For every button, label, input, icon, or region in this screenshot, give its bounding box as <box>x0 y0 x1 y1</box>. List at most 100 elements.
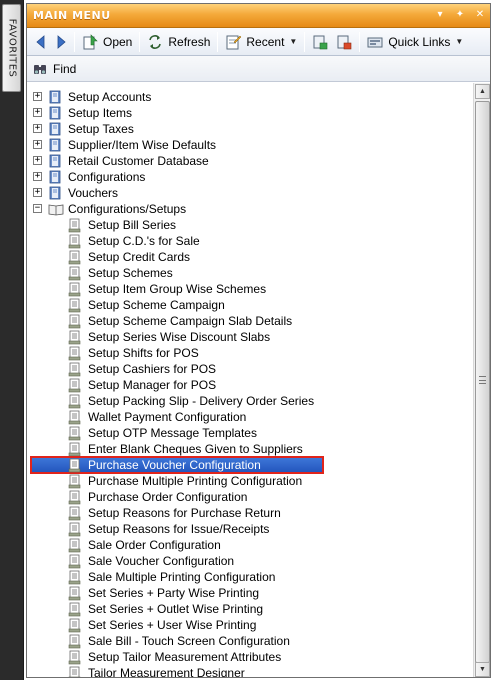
forward-button[interactable] <box>51 31 71 53</box>
document-icon <box>68 602 82 617</box>
expand-icon[interactable]: + <box>33 140 42 149</box>
expand-icon[interactable]: + <box>33 92 42 101</box>
toolbar: Open Refresh Recent ▼ Quick Links ▼ <box>27 28 490 56</box>
tree-child-item[interactable]: Setup OTP Message Templates <box>27 425 472 441</box>
tree-root-item[interactable]: − Configurations/Setups <box>27 201 472 217</box>
favorites-tab[interactable]: FAVORITES <box>2 4 21 92</box>
tree-item-label: Sale Voucher Configuration <box>88 554 235 568</box>
tree-child-item[interactable]: Tailor Measurement Designer <box>27 665 472 678</box>
document-icon <box>68 346 82 361</box>
tree-item-label: Sale Order Configuration <box>88 538 221 552</box>
vertical-scrollbar[interactable]: ▲ ▼ <box>473 83 490 677</box>
tree-child-item-selected[interactable]: Purchase Voucher Configuration <box>27 456 472 474</box>
document-icon <box>68 538 82 553</box>
scroll-up-icon[interactable]: ▲ <box>475 84 490 99</box>
tree-child-item[interactable]: Setup Reasons for Issue/Receipts <box>27 521 472 537</box>
tree-root-item[interactable]: + Configurations <box>27 169 472 185</box>
tree-child-item[interactable]: Setup Schemes <box>27 265 472 281</box>
document-icon <box>68 650 82 665</box>
open-button[interactable]: Open <box>78 31 136 53</box>
expand-icon[interactable]: + <box>33 188 42 197</box>
open-book-icon <box>48 202 64 216</box>
book-icon <box>48 106 62 120</box>
pin-icon[interactable]: ✦ <box>454 9 466 21</box>
tree-child-item[interactable]: Set Series + User Wise Printing <box>27 617 472 633</box>
tree-item-label: Set Series + Outlet Wise Printing <box>88 602 264 616</box>
scroll-down-icon[interactable]: ▼ <box>475 662 490 677</box>
tree-item-label: Setup Cashiers for POS <box>88 362 217 376</box>
tree-root-item[interactable]: + Setup Accounts <box>27 89 472 105</box>
document-icon <box>68 522 82 537</box>
recent-button[interactable]: Recent ▼ <box>221 31 301 53</box>
tree-item-label: Configurations <box>68 170 146 184</box>
expand-icon[interactable]: + <box>33 124 42 133</box>
expand-icon[interactable]: + <box>33 172 42 181</box>
tree-root-item[interactable]: + Setup Items <box>27 105 472 121</box>
tree-child-item[interactable]: Setup Scheme Campaign <box>27 297 472 313</box>
tree-child-item[interactable]: Wallet Payment Configuration <box>27 409 472 425</box>
tree-child-item[interactable]: Setup Bill Series <box>27 217 472 233</box>
tree-child-item[interactable]: Sale Order Configuration <box>27 537 472 553</box>
tree-item-label: Tailor Measurement Designer <box>88 666 245 678</box>
tree-child-item[interactable]: Setup Packing Slip - Delivery Order Seri… <box>27 393 472 409</box>
expand-icon[interactable]: + <box>33 108 42 117</box>
tree-root-item[interactable]: + Vouchers <box>27 185 472 201</box>
tree-item-label: Sale Bill - Touch Screen Configuration <box>88 634 290 648</box>
book-icon <box>48 186 62 200</box>
add-favorite-button[interactable] <box>308 31 332 53</box>
tree-child-item[interactable]: Setup C.D.'s for Sale <box>27 233 472 249</box>
tree-child-item[interactable]: Purchase Multiple Printing Configuration <box>27 473 472 489</box>
document-icon <box>68 362 82 377</box>
tree-item-label: Set Series + User Wise Printing <box>88 618 257 632</box>
tree-root-item[interactable]: + Retail Customer Database <box>27 153 472 169</box>
tree-child-item[interactable]: Sale Bill - Touch Screen Configuration <box>27 633 472 649</box>
document-icon <box>68 570 82 585</box>
tree-item-label: Supplier/Item Wise Defaults <box>68 138 217 152</box>
find-bar[interactable]: Find <box>27 56 490 82</box>
quick-links-button[interactable]: Quick Links ▼ <box>363 31 467 53</box>
find-label: Find <box>53 61 77 76</box>
tree-item-label: Vouchers <box>68 186 119 200</box>
tree-child-item[interactable]: Setup Item Group Wise Schemes <box>27 281 472 297</box>
document-icon <box>68 250 82 265</box>
back-button[interactable] <box>31 31 51 53</box>
document-icon <box>68 586 82 601</box>
tree-child-item[interactable]: Sale Voucher Configuration <box>27 553 472 569</box>
tree-root-item[interactable]: + Supplier/Item Wise Defaults <box>27 137 472 153</box>
tree-child-item[interactable]: Setup Credit Cards <box>27 249 472 265</box>
book-icon <box>48 90 62 104</box>
tree-child-item[interactable]: Setup Shifts for POS <box>27 345 472 361</box>
tree-child-item[interactable]: Setup Series Wise Discount Slabs <box>27 329 472 345</box>
tree-child-item[interactable]: Purchase Order Configuration <box>27 489 472 505</box>
collapse-icon[interactable]: − <box>33 204 42 213</box>
expand-icon[interactable]: + <box>33 156 42 165</box>
favorites-label: FAVORITES <box>6 18 17 78</box>
tree-child-item[interactable]: Setup Manager for POS <box>27 377 472 393</box>
tree-child-item[interactable]: Setup Reasons for Purchase Return <box>27 505 472 521</box>
close-icon[interactable]: ✕ <box>474 9 486 21</box>
tree-item-label: Set Series + Party Wise Printing <box>88 586 260 600</box>
tree-item-label: Wallet Payment Configuration <box>88 410 247 424</box>
tree-item-label: Setup Scheme Campaign Slab Details <box>88 314 293 328</box>
recent-icon <box>226 35 242 49</box>
dropdown-icon[interactable]: ▾ <box>434 9 446 21</box>
tree-child-item[interactable]: Setup Tailor Measurement Attributes <box>27 649 472 665</box>
refresh-button[interactable]: Refresh <box>143 31 214 53</box>
tree-child-item[interactable]: Setup Scheme Campaign Slab Details <box>27 313 472 329</box>
tree-child-item[interactable]: Sale Multiple Printing Configuration <box>27 569 472 585</box>
book-icon <box>48 122 62 136</box>
favorites-strip: FAVORITES <box>0 0 24 680</box>
remove-favorite-button[interactable] <box>332 31 356 53</box>
chevron-down-icon: ▼ <box>289 37 298 46</box>
tree-child-item[interactable]: Setup Cashiers for POS <box>27 361 472 377</box>
tree-item-label: Setup Packing Slip - Delivery Order Seri… <box>88 394 315 408</box>
scrollbar-thumb[interactable] <box>475 101 490 663</box>
quick-links-icon <box>367 37 383 47</box>
tree-child-item[interactable]: Set Series + Party Wise Printing <box>27 585 472 601</box>
tree-item-label: Purchase Order Configuration <box>88 490 248 504</box>
tree-child-item[interactable]: Set Series + Outlet Wise Printing <box>27 601 472 617</box>
tree-child-item[interactable]: Enter Blank Cheques Given to Suppliers <box>27 441 472 457</box>
add-page-icon <box>313 35 328 49</box>
tree-root-item[interactable]: + Setup Taxes <box>27 121 472 137</box>
document-icon <box>68 442 82 457</box>
